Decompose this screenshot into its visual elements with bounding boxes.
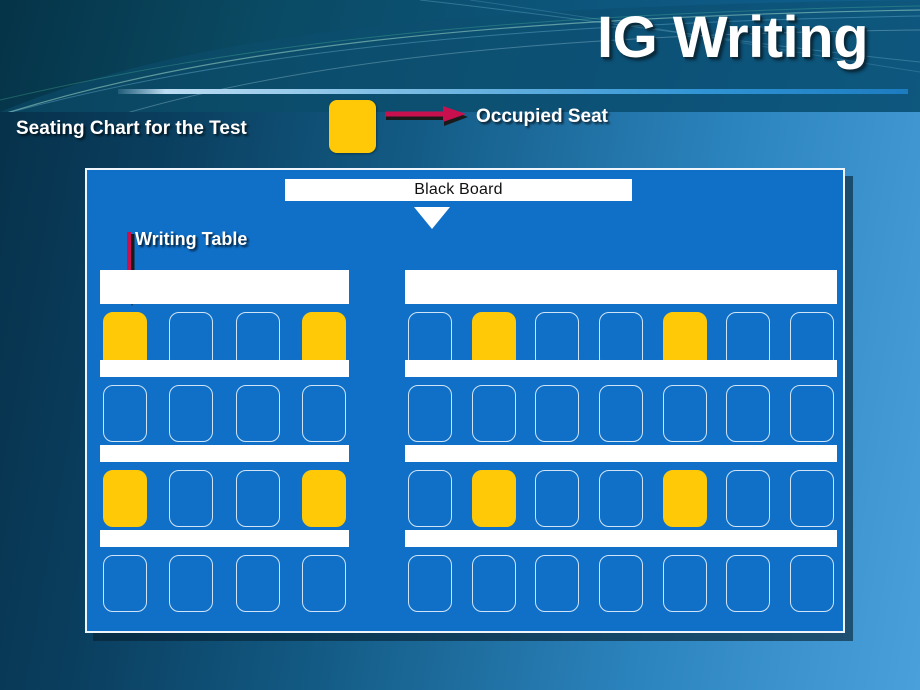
seat-strip	[405, 385, 837, 442]
writing-table-bar	[405, 270, 837, 287]
writing-table-bar	[100, 287, 349, 304]
seat-right-r3-c5-occupied[interactable]	[662, 470, 707, 527]
seat-right-r2-c4-empty[interactable]	[598, 385, 643, 442]
seat-right-r4-c4-empty[interactable]	[598, 555, 643, 612]
classroom-panel: Black Board Writing Table	[85, 168, 845, 633]
teacher-desk-shape	[414, 207, 450, 229]
writing-table-bar	[100, 360, 349, 377]
seat-right-r2-c5-empty[interactable]	[662, 385, 707, 442]
seat-right-r4-c7-empty[interactable]	[789, 555, 834, 612]
seat-right-r3-c3-empty[interactable]	[535, 470, 580, 527]
seat-right-r3-c2-occupied[interactable]	[471, 470, 516, 527]
writing-table-bar	[405, 530, 837, 547]
seat-right-r4-c1-empty[interactable]	[408, 555, 452, 612]
seat-left-r3-c2-empty[interactable]	[169, 470, 214, 527]
seat-left-r3-c1-occupied[interactable]	[103, 470, 147, 527]
legend-arrow-icon	[385, 106, 468, 126]
seat-left-r2-c3-empty[interactable]	[235, 385, 280, 442]
legend-occupied-label: Occupied Seat	[476, 106, 608, 127]
seat-right-r4-c6-empty[interactable]	[726, 555, 771, 612]
seat-right-r2-c1-empty[interactable]	[408, 385, 452, 442]
seat-right-r3-c4-empty[interactable]	[598, 470, 643, 527]
seat-right-r3-c1-empty[interactable]	[408, 470, 452, 527]
seat-strip	[405, 470, 837, 527]
seat-strip	[100, 470, 349, 527]
seat-right-r2-c3-empty[interactable]	[535, 385, 580, 442]
seating-row	[87, 270, 843, 369]
writing-table-bar	[100, 270, 349, 287]
seating-row	[87, 530, 843, 629]
seat-right-r3-c7-empty[interactable]	[789, 470, 834, 527]
seat-left-r2-c2-empty[interactable]	[169, 385, 214, 442]
seat-left-r2-c1-empty[interactable]	[103, 385, 147, 442]
legend-occupied-swatch	[329, 100, 376, 153]
seat-strip	[100, 385, 349, 442]
seat-right-r2-c7-empty[interactable]	[789, 385, 834, 442]
writing-table-label: Writing Table	[135, 229, 248, 249]
writing-table-bar	[405, 445, 837, 462]
seat-left-r4-c2-empty[interactable]	[169, 555, 214, 612]
seat-right-r4-c2-empty[interactable]	[471, 555, 516, 612]
seat-right-r2-c2-empty[interactable]	[471, 385, 516, 442]
seat-right-r4-c3-empty[interactable]	[535, 555, 580, 612]
slide-canvas: IG Writing Seating Chart for the Test Oc…	[0, 0, 920, 690]
seat-left-r3-c4-occupied[interactable]	[301, 470, 346, 527]
seat-left-r3-c3-empty[interactable]	[235, 470, 280, 527]
seat-left-r4-c3-empty[interactable]	[235, 555, 280, 612]
page-title: IG Writing	[596, 5, 869, 70]
seating-chart-label: Seating Chart for the Test	[16, 118, 247, 139]
writing-table-bar	[405, 360, 837, 377]
writing-table-bar	[405, 287, 837, 304]
seat-left-r4-c1-empty[interactable]	[103, 555, 147, 612]
seat-right-r2-c6-empty[interactable]	[726, 385, 771, 442]
seat-right-r3-c6-empty[interactable]	[726, 470, 771, 527]
seat-strip	[100, 555, 349, 612]
seat-strip	[405, 555, 837, 612]
seat-left-r4-c4-empty[interactable]	[301, 555, 346, 612]
seat-left-r2-c4-empty[interactable]	[301, 385, 346, 442]
seat-right-r4-c5-empty[interactable]	[662, 555, 707, 612]
writing-table-bar	[100, 445, 349, 462]
writing-table-bar	[100, 530, 349, 547]
blackboard-label: Black Board	[285, 179, 632, 201]
title-divider	[118, 89, 908, 94]
